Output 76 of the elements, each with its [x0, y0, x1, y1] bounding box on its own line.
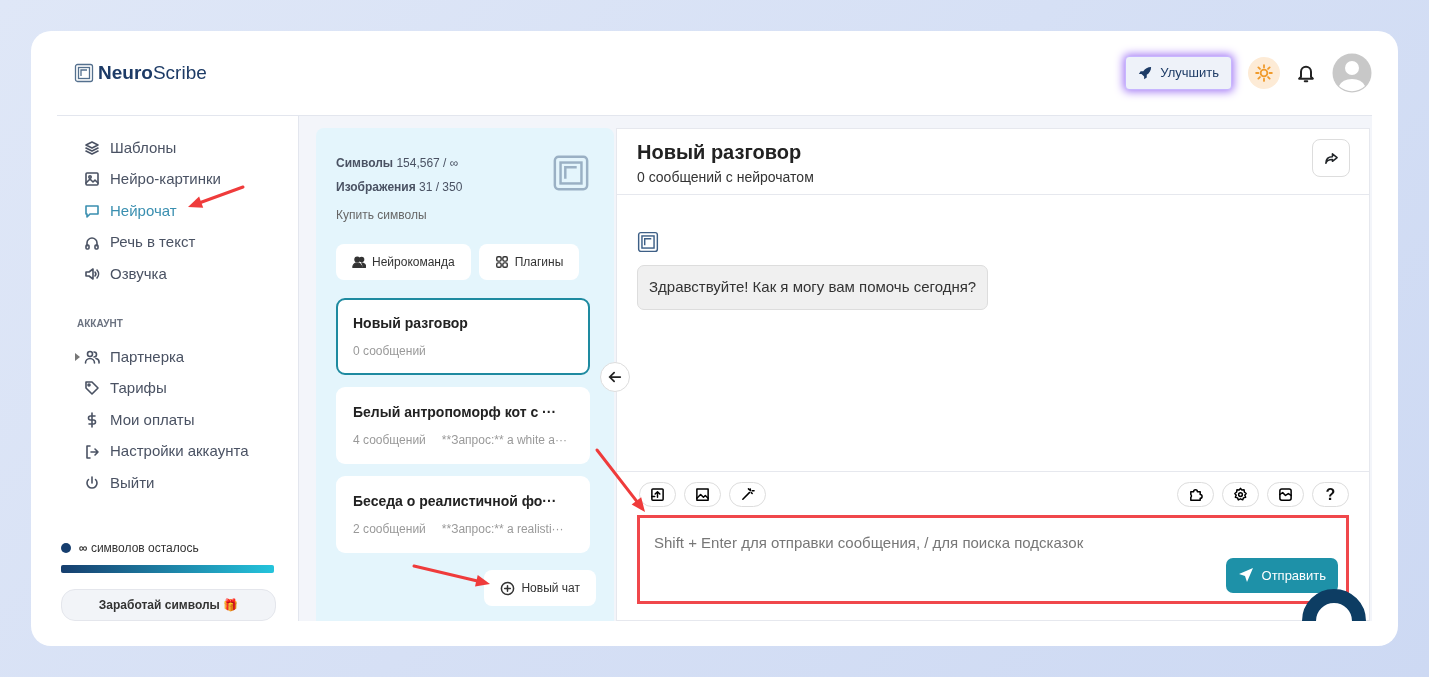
gear-icon: [1233, 487, 1248, 502]
section-heading: АККАУНТ: [76, 316, 124, 331]
chat-title: Белый антропоморф кот с ···: [353, 403, 558, 422]
speaker-icon: [84, 266, 100, 283]
chat-card[interactable]: Белый антропоморф кот с ··· 4 сообщений **Запрос:** a white a···: [336, 387, 590, 464]
headphones-icon: [84, 234, 100, 251]
logo-icon: [552, 154, 590, 192]
sidebar-item[interactable]: Нейро-картинки: [57, 163, 298, 196]
message-field[interactable]: Shift + Enter для отправки сообщения, / для поиска подсказок Отправить: [637, 515, 1349, 604]
theme-toggle[interactable]: [1248, 57, 1280, 89]
magic-button[interactable]: [729, 482, 766, 507]
new-chat-button[interactable]: Новый чат: [484, 570, 596, 606]
share-button[interactable]: [1312, 139, 1350, 177]
upgrade-button[interactable]: Улучшить: [1125, 56, 1232, 90]
logo-icon: [637, 231, 659, 253]
tool-button[interactable]: Нейрокоманда: [336, 244, 471, 280]
puzzle-icon: [1188, 487, 1203, 502]
tool-button[interactable]: Плагины: [478, 244, 580, 280]
people-icon: [84, 348, 100, 365]
usage-stat: Символы 154,567 / ∞: [336, 155, 460, 172]
message-count: 4 сообщений: [353, 432, 426, 449]
upload-icon: [650, 487, 665, 502]
annotation-arrow: [188, 185, 245, 208]
template-button[interactable]: [1267, 482, 1304, 507]
credits-text: ∞ символов осталось: [79, 539, 199, 557]
people-icon: [352, 255, 366, 269]
message-count: 2 сообщений: [353, 521, 426, 538]
layers-icon: [84, 139, 100, 156]
sun-icon: [1255, 64, 1273, 82]
share-icon: [1323, 150, 1339, 166]
speech-bubble-icon: [84, 203, 100, 219]
send-icon: [1237, 567, 1254, 584]
chat-title: Беседа о реалистичной фо···: [353, 492, 558, 511]
brand-name[interactable]: NeuroScribe: [98, 58, 207, 88]
bell-icon[interactable]: [1296, 63, 1316, 83]
image-icon: [695, 487, 710, 502]
usage-stat: Изображения 31 / 350: [336, 179, 464, 196]
window-icon: [1278, 487, 1293, 502]
tag-icon: [84, 380, 100, 397]
magic-wand-icon: [740, 487, 755, 502]
plugin-button[interactable]: [1177, 482, 1214, 507]
message-bubble: Здравствуйте! Как я могу вам помочь сегодня?: [637, 265, 989, 310]
sidebar-item[interactable]: Партнерка: [57, 340, 298, 373]
arrow-left-icon: [608, 370, 622, 384]
logout-icon: [84, 443, 100, 460]
image-icon: [84, 171, 100, 188]
sidebar-item[interactable]: Настройки аккаунта: [57, 435, 298, 468]
sidebar-item[interactable]: Речь в текст: [57, 226, 298, 259]
chat-title: Новый разговор: [353, 314, 469, 333]
sidebar-item[interactable]: Шаблоны: [57, 132, 298, 164]
send-button[interactable]: Отправить: [1225, 557, 1338, 593]
rocket-icon: [1138, 66, 1153, 80]
settings-button[interactable]: [1222, 482, 1259, 507]
buy-link[interactable]: Купить символы: [336, 208, 427, 222]
sidebar-item[interactable]: Выйти: [57, 467, 298, 499]
sidebar-item[interactable]: Нейрочат: [57, 195, 298, 227]
upload-button[interactable]: [639, 482, 676, 507]
chat-subtitle: 0 сообщений с нейрочатом: [637, 168, 814, 187]
annotation-arrow: [595, 448, 645, 512]
power-icon: [84, 475, 100, 492]
logo-icon: [74, 63, 94, 83]
message-count: 0 сообщений: [353, 343, 426, 360]
chat-card[interactable]: Новый разговор 0 сообщений: [336, 298, 590, 375]
image-button[interactable]: [684, 482, 721, 507]
chat-preview: **Запрос:** a white a···: [441, 432, 567, 449]
sidebar-item[interactable]: Озвучка: [57, 258, 298, 290]
sidebar-item[interactable]: Мои оплаты: [57, 404, 298, 436]
earn-button[interactable]: Заработай символы 🎁: [61, 588, 276, 621]
sidebar-item[interactable]: Тарифы: [57, 372, 298, 405]
chat-preview: **Запрос:** a realisti···: [441, 521, 564, 538]
chat-heading: Новый разговор: [637, 140, 803, 165]
chat-card[interactable]: Беседа о реалистичной фо··· 2 сообщений **Запрос:** a realisti···: [336, 476, 590, 553]
grid-icon: [494, 255, 509, 269]
plus-circle-icon: [500, 580, 516, 596]
status-dot: [61, 542, 71, 553]
help-button[interactable]: ?: [1312, 482, 1349, 507]
